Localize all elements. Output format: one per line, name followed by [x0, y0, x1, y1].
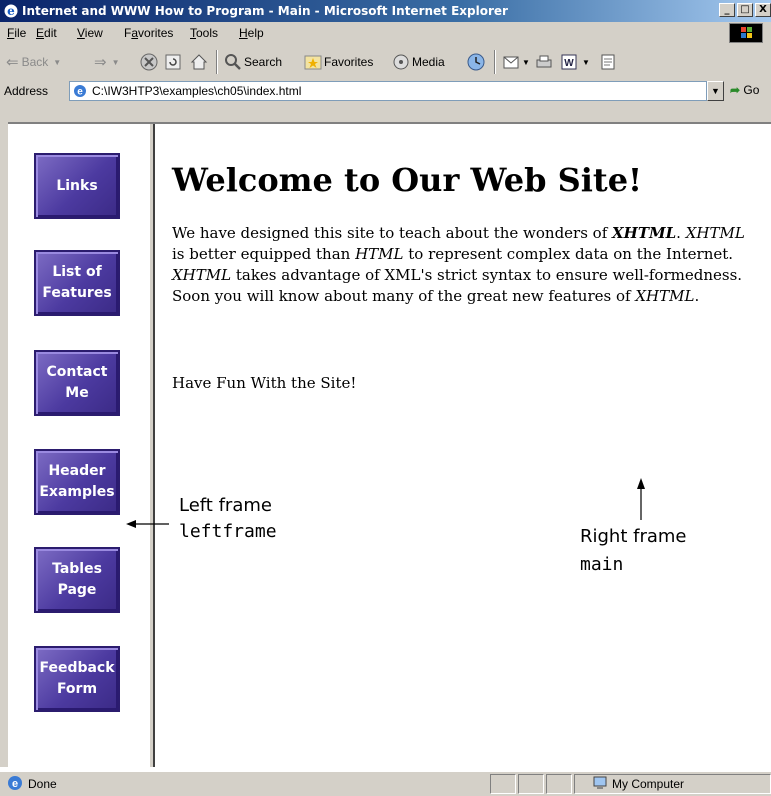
status-text: Done — [28, 777, 57, 791]
page-heading: Welcome to Our Web Site! — [172, 161, 643, 199]
status-bar: e Done My Computer — [0, 771, 771, 796]
nav-button-list-of-features[interactable]: List of Features — [34, 250, 120, 316]
media-button[interactable]: Media — [392, 44, 445, 80]
frameset-left-border — [0, 102, 8, 767]
go-arrow-icon: ➦ — [730, 83, 741, 97]
page-done-icon: e — [8, 776, 22, 790]
refresh-button[interactable] — [164, 44, 182, 80]
right-frame: Welcome to Our Web Site! We have designe… — [155, 124, 771, 767]
menu-favorites[interactable]: Favorites — [124, 26, 173, 40]
right-frame-code: main — [580, 554, 624, 575]
address-bar: Address e C:\IW3HTP3\examples\ch05\index… — [0, 80, 771, 103]
minimize-button[interactable]: _ — [719, 3, 735, 17]
menu-tools[interactable]: Tools — [190, 26, 218, 40]
right-frame-label: Right frame — [580, 526, 687, 547]
menu-help[interactable]: Help — [239, 26, 264, 40]
window-title: Internet and WWW How to Program - Main -… — [22, 4, 508, 18]
address-input[interactable]: e C:\IW3HTP3\examples\ch05\index.html — [69, 81, 707, 101]
svg-text:e: e — [12, 778, 18, 790]
menu-file[interactable]: File — [7, 26, 26, 40]
computer-icon — [593, 776, 607, 789]
media-icon — [393, 54, 409, 70]
nav-button-links[interactable]: Links — [34, 153, 120, 219]
home-button[interactable] — [190, 44, 208, 80]
security-zone: My Computer — [612, 777, 685, 791]
search-button[interactable]: Search — [224, 44, 282, 80]
address-dropdown-button[interactable]: ▼ — [707, 81, 724, 101]
svg-text:e: e — [7, 4, 15, 18]
favorites-button[interactable]: Favorites — [304, 44, 373, 80]
svg-text:e: e — [77, 87, 83, 98]
discuss-icon — [601, 54, 615, 70]
address-label: Address — [4, 84, 49, 98]
fun-paragraph: Have Fun With the Site! — [172, 374, 357, 392]
refresh-icon — [165, 54, 181, 70]
nav-button-contact-me[interactable]: Contact Me — [34, 350, 120, 416]
home-icon — [190, 54, 208, 70]
edit-button[interactable]: W ▼ — [560, 44, 590, 80]
left-frame-code: leftframe — [179, 521, 277, 542]
go-button[interactable]: ➦ Go — [730, 83, 759, 97]
menu-edit[interactable]: Edit — [36, 26, 57, 40]
star-icon — [304, 55, 322, 70]
left-frame-label: Left frame — [179, 495, 272, 516]
stop-icon — [140, 53, 158, 71]
back-arrow-icon: ⇐ — [6, 54, 19, 71]
stop-button[interactable] — [140, 44, 158, 80]
frameset-top-border — [0, 102, 771, 124]
word-document-icon: W — [561, 54, 577, 70]
forward-button[interactable]: ⇒ ▼ — [94, 44, 120, 80]
maximize-button[interactable]: □ — [737, 3, 753, 17]
back-button[interactable]: ⇐ Back ▼ — [6, 44, 61, 80]
left-frame: Links List of Features Contact Me Header Ex… — [8, 124, 149, 767]
history-icon — [467, 53, 485, 71]
nav-button-tables-page[interactable]: Tables Page — [34, 547, 120, 613]
history-button[interactable] — [466, 44, 486, 80]
intro-paragraph: We have designed this site to teach abou… — [172, 224, 745, 305]
discuss-button[interactable] — [600, 44, 616, 80]
printer-icon — [536, 55, 552, 68]
chevron-down-icon: ▼ — [522, 57, 530, 67]
search-icon — [225, 54, 241, 70]
mail-icon — [503, 56, 519, 69]
windows-logo-icon — [729, 23, 763, 43]
ie-logo-icon: e — [4, 4, 18, 18]
menu-view[interactable]: View — [77, 26, 103, 40]
title-bar[interactable]: e Internet and WWW How to Program - Main… — [0, 0, 771, 22]
page-icon: e — [74, 85, 86, 98]
chevron-down-icon: ▼ — [53, 57, 62, 67]
chevron-down-icon: ▼ — [111, 57, 120, 67]
address-value: C:\IW3HTP3\examples\ch05\index.html — [92, 84, 302, 98]
print-button[interactable] — [535, 44, 553, 80]
close-button[interactable]: X — [755, 3, 771, 17]
forward-arrow-icon: ⇒ — [94, 54, 107, 71]
menu-bar: File Edit View Favorites Tools Help — [0, 22, 771, 45]
chevron-down-icon: ▼ — [582, 57, 590, 67]
standard-toolbar: ⇐ Back ▼ ⇒ ▼ Search Favorites Media ▼ W … — [0, 44, 771, 81]
svg-text:W: W — [564, 58, 574, 69]
mail-button[interactable]: ▼ — [502, 44, 530, 80]
nav-button-header-examples[interactable]: Header Examples — [34, 449, 120, 515]
nav-button-feedback-form[interactable]: Feedback Form — [34, 646, 120, 712]
